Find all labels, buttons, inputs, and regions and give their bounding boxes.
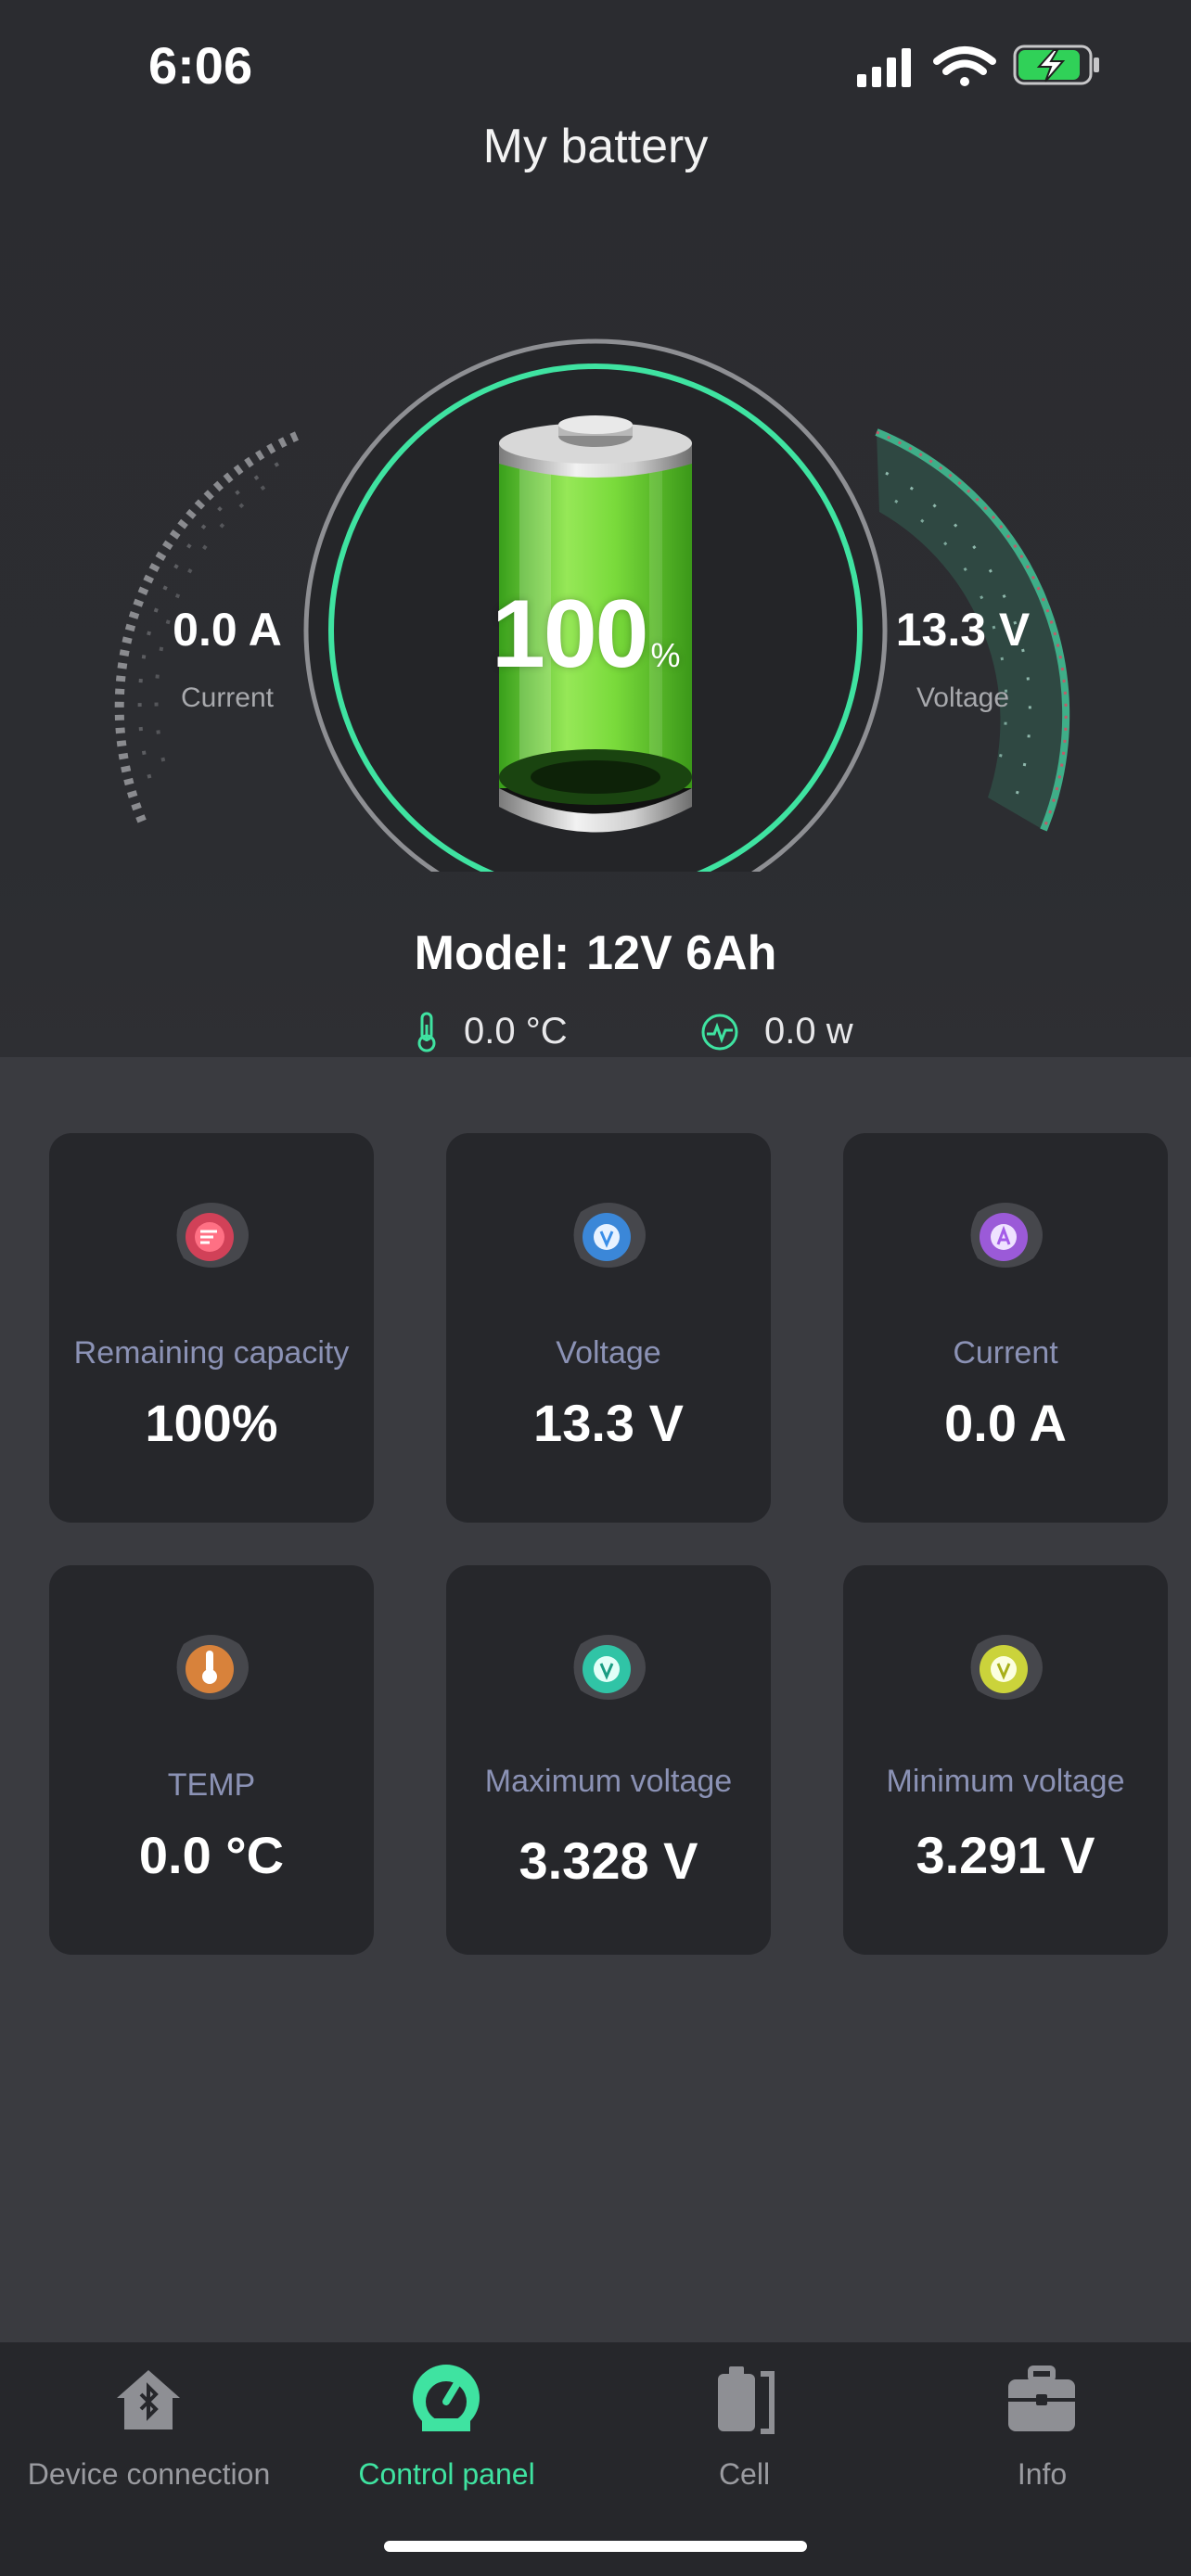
card-label: Remaining capacity — [73, 1335, 350, 1371]
card-value: 3.291 V — [916, 1826, 1095, 1884]
current-label: Current — [180, 682, 275, 713]
gauge-icon — [413, 2365, 480, 2431]
status-time: 6:06 — [148, 36, 253, 95]
thermometer-icon — [417, 1012, 436, 1052]
home-indicator[interactable] — [384, 2541, 807, 2552]
card-value: 0.0 A — [944, 1394, 1067, 1452]
card-current[interactable]: Current 0.0 A — [843, 1133, 1168, 1523]
card-voltage[interactable]: Voltage 13.3 V — [446, 1133, 771, 1523]
voltage-value: 13.3 V — [895, 604, 1031, 656]
tab-label: Cell — [718, 2457, 771, 2491]
card-label: Current — [953, 1335, 1058, 1371]
cellular-signal-icon — [857, 48, 911, 87]
soc-value: 100 — [492, 580, 649, 688]
bluetooth-home-icon — [117, 2370, 180, 2429]
card-remaining-capacity[interactable]: Remaining capacity 100% — [49, 1133, 374, 1523]
battery-cell-icon — [718, 2366, 775, 2434]
min-voltage-icon — [970, 1635, 1043, 1700]
max-voltage-icon — [573, 1635, 646, 1700]
power-pulse-icon — [701, 1014, 738, 1050]
page-title: My battery — [482, 120, 709, 173]
voltage-label: Voltage — [916, 682, 1010, 713]
model-value: 12V 6Ah — [586, 926, 777, 980]
soc-unit: % — [650, 636, 681, 674]
card-minimum-voltage[interactable]: Minimum voltage 3.291 V — [843, 1565, 1168, 1955]
status-icons — [857, 45, 1099, 87]
tab-control-panel[interactable]: Control panel — [298, 2342, 596, 2528]
battery-status-icon — [1013, 45, 1099, 85]
card-label: Voltage — [556, 1335, 661, 1371]
current-value: 0.0 A — [173, 604, 282, 656]
card-value: 100% — [145, 1394, 278, 1452]
temperature-stat: 0.0 °C — [414, 1011, 568, 1052]
card-value: 0.0 °C — [138, 1826, 285, 1884]
voltage-icon — [573, 1203, 646, 1268]
temperature-value: 0.0 °C — [464, 1011, 568, 1052]
tab-cell[interactable]: Cell — [596, 2342, 893, 2528]
current-icon — [970, 1203, 1043, 1268]
capacity-icon — [176, 1203, 249, 1268]
soc-percentage: 100% — [492, 580, 681, 690]
card-temperature[interactable]: TEMP 0.0 °C — [49, 1565, 374, 1955]
power-value: 0.0 w — [764, 1011, 853, 1052]
power-stat: 0.0 w — [699, 1011, 853, 1052]
tab-info[interactable]: Info — [893, 2342, 1191, 2528]
model-info: Model: 12V 6Ah — [0, 925, 1191, 981]
card-label: TEMP — [167, 1767, 256, 1803]
tab-device-connection[interactable]: Device connection — [0, 2342, 298, 2528]
tab-label: Control panel — [358, 2457, 535, 2491]
thermometer-icon — [176, 1635, 249, 1700]
card-maximum-voltage[interactable]: Maximum voltage 3.328 V — [446, 1565, 771, 1955]
card-label: Minimum voltage — [886, 1764, 1125, 1799]
wifi-icon — [933, 46, 996, 86]
tab-label: Device connection — [27, 2457, 271, 2491]
tab-label: Info — [1017, 2457, 1068, 2491]
briefcase-icon — [1008, 2366, 1075, 2431]
card-label: Maximum voltage — [484, 1764, 733, 1799]
card-value: 13.3 V — [533, 1394, 684, 1452]
model-prefix: Model: — [414, 926, 570, 980]
card-value: 3.328 V — [519, 1831, 698, 1890]
